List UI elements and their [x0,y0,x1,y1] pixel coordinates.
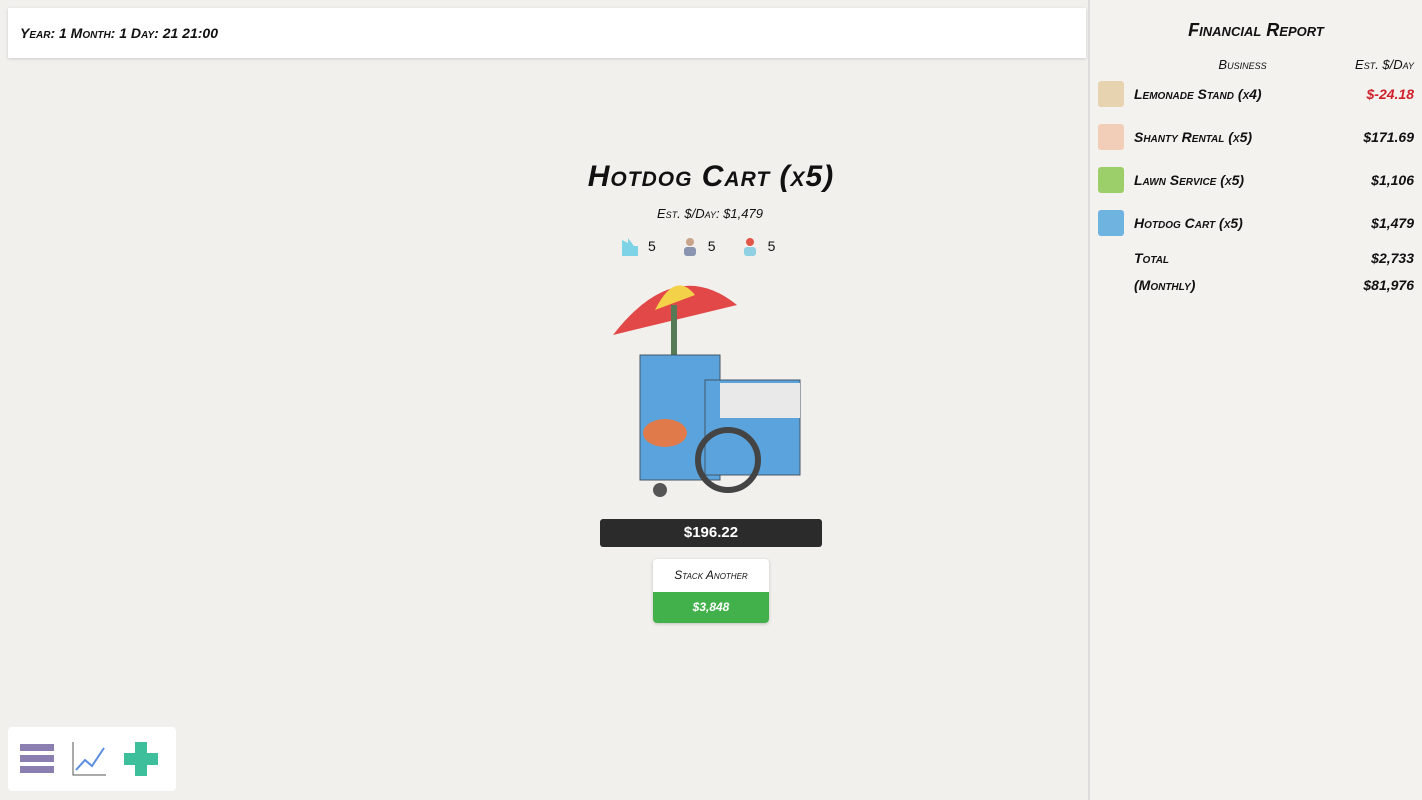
total-value: $2,733 [1371,249,1414,266]
manager-icon [743,238,756,256]
business-name: Shanty Rental (x5) [1134,128,1253,145]
col-business: Business [1218,57,1267,72]
date-bar: Year: 1 Month: 1 Day: 21 21:00 [8,8,1086,58]
business-value: $171.69 [1363,128,1414,145]
worker-icon [683,238,696,256]
financial-report-panel: Financial Report Business Est. $/Day Lemo… [1088,0,1422,800]
toolbar [8,727,176,791]
total-label: Total [1134,249,1170,266]
stack-another-button[interactable]: Stack Another $3,848 [653,559,769,623]
business-icon [1098,209,1124,236]
business-name: Hotdog Cart (x5) [1134,214,1243,231]
business-name: Lawn Service (x5) [1134,171,1245,188]
business-value: $1,479 [1371,214,1414,231]
progress-bar: $196.22 [600,519,822,547]
report-row: Hotdog Cart (x5) $1,479 [1090,201,1422,244]
business-name: Lemonade Stand (x4) [1134,85,1262,102]
business-stats: 5 5 5 [620,236,775,256]
buy-price: $3,848 [653,592,769,623]
col-est: Est. $/Day [1355,57,1414,72]
plus-icon[interactable] [122,740,160,778]
stat-value: 5 [707,238,716,254]
progress-label: $196.22 [683,524,739,541]
stat-value: 5 [648,238,656,254]
report-row: Lawn Service (x5) $1,106 [1090,158,1422,201]
hotdog-cart-illustration [613,285,801,497]
business-icon [1098,166,1124,193]
report-row: Shanty Rental (x5) $171.69 [1090,115,1422,158]
chart-icon[interactable] [70,740,108,778]
monthly-label: (Monthly) [1134,276,1196,293]
building-icon [622,238,638,256]
buy-label: Stack Another [674,568,748,582]
monthly-value: $81,976 [1363,276,1414,293]
report-title: Financial Report [1188,20,1324,40]
business-icon [1098,80,1124,107]
business-icon [1098,123,1124,150]
list-icon[interactable] [18,740,56,778]
business-value: $-24.18 [1366,85,1414,102]
business-est: Est. $/Day: $1,479 [657,206,763,221]
business-value: $1,106 [1371,171,1414,188]
report-row: Lemonade Stand (x4) $-24.18 [1090,72,1422,115]
stat-value: 5 [767,238,776,254]
datetime: Year: 1 Month: 1 Day: 21 21:00 [20,25,218,41]
